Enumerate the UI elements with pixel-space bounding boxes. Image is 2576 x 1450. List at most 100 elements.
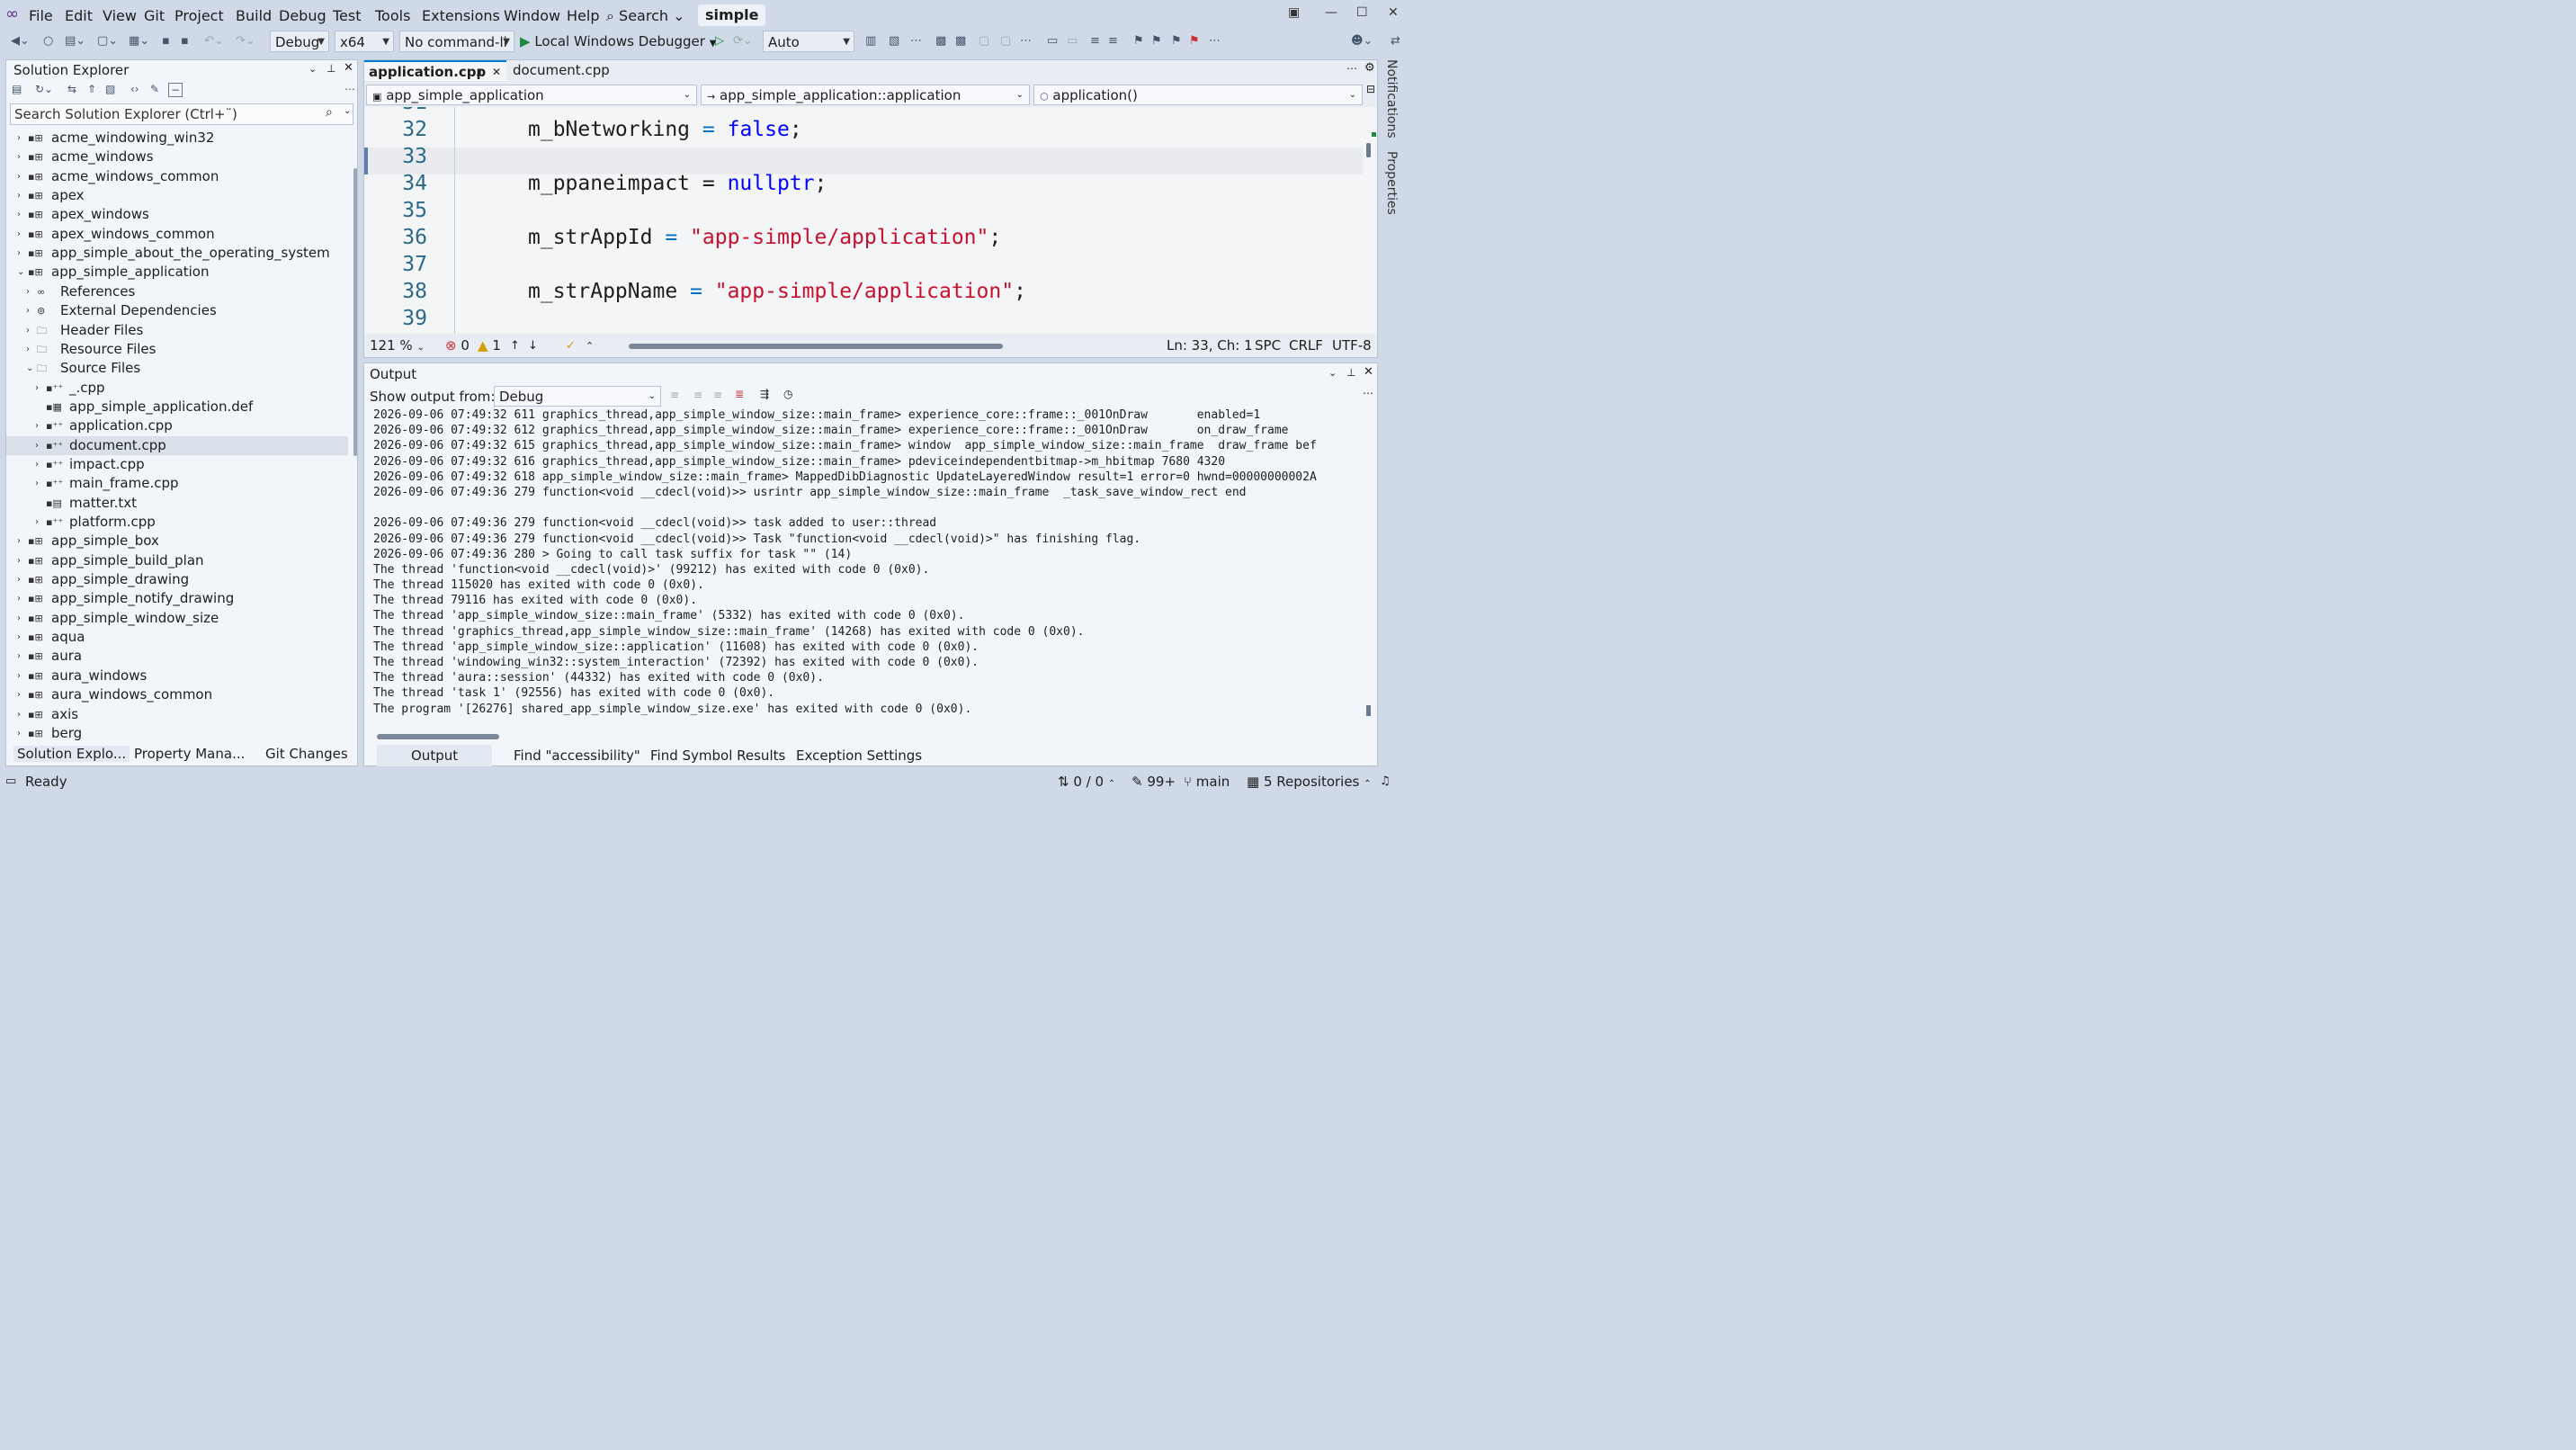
chevron-right-icon[interactable]: › [17,129,21,148]
tree-item[interactable]: › ▪⁺⁺ impact.cpp [6,455,348,474]
chevron-right-icon[interactable]: › [17,685,21,704]
tree-item[interactable]: ▪▤ matter.txt [6,494,348,513]
tree-item[interactable]: › ▪⊞ app_simple_build_plan [6,551,348,570]
rebuild-icon[interactable]: ▩ [955,34,966,48]
chevron-down-icon[interactable]: ⌄ [17,263,24,282]
next-issue-icon[interactable]: ↓ [528,335,538,357]
minimize-button[interactable]: — [1325,5,1337,20]
bottom-tab-0[interactable]: Solution Explo... [13,746,130,762]
code-cleanup-icon[interactable]: ✓ [566,335,576,357]
tree-item[interactable]: › ▪⊞ aqua [6,628,348,647]
tree-item[interactable]: › ∞ References [6,282,348,301]
close-icon[interactable]: ✕ [344,61,353,75]
indent-icon[interactable]: ≡ [1090,34,1100,48]
more-icon[interactable]: ⋯ [910,34,922,48]
mode-select[interactable]: Auto ▼ [763,31,854,52]
close-icon[interactable]: ✕ [1364,365,1373,379]
chevron-down-icon[interactable]: ⌄ [344,106,351,116]
output-source-select[interactable]: Debug ⌄ [494,386,661,407]
tree-item[interactable]: › ▪⊞ app_simple_drawing [6,570,348,589]
close-window-button[interactable]: ✕ [1388,5,1399,20]
menu-debug[interactable]: Debug [279,7,326,24]
chevron-right-icon[interactable]: › [17,589,21,608]
sync-with-document-icon[interactable]: ⇆ [67,83,76,95]
tree-item[interactable]: › ▪⁺⁺ application.cpp [6,416,348,435]
clear-bookmarks-icon[interactable]: ⚑ [1189,34,1200,48]
switch-views-icon[interactable]: ▤ [12,83,22,95]
tree-item[interactable]: › ▪⊞ app_simple_box [6,532,348,550]
chevron-down-icon[interactable]: ⌄ [26,359,33,378]
search-menu[interactable]: ⌕ Search ⌄ [606,7,685,25]
back-icon[interactable]: ◀⌄ [11,34,30,48]
menu-help[interactable]: Help [567,7,599,24]
chevron-right-icon[interactable]: › [35,455,39,474]
search-input[interactable]: Search Solution Explorer (Ctrl+¨) [14,106,237,122]
tree-item[interactable]: › ▪⊞ acme_windowing_win32 [6,129,348,148]
output-bottom-tab-0[interactable]: Output [377,745,493,766]
tree-item[interactable]: › ▪⊞ app_simple_about_the_operating_system [6,244,348,263]
redo-icon[interactable]: ↷⌄ [236,34,255,48]
whitespace-mode[interactable]: SPC [1255,335,1281,357]
chevron-right-icon[interactable]: › [35,513,39,532]
hot-reload-icon[interactable]: ⟳⌄ [733,34,753,48]
notification-bell-icon[interactable]: ♫ [1380,769,1391,794]
chevron-right-icon[interactable]: › [17,724,21,743]
save-all-icon[interactable]: ▪ [181,34,189,48]
settings-gear-icon[interactable]: ⚙ [1364,61,1375,75]
chevron-right-icon[interactable]: › [17,148,21,166]
properties-tab[interactable]: Properties [1384,151,1399,215]
new-project-icon[interactable]: ▤⌄ [65,34,85,48]
tree-item[interactable]: › ▪⊞ aura [6,647,348,666]
tree-item[interactable]: › ▪⊞ acme_windows [6,148,348,166]
chevron-right-icon[interactable]: › [17,244,21,263]
chevron-right-icon[interactable]: › [17,205,21,224]
command-args-select[interactable]: No command-li ▼ [399,31,514,52]
output-bottom-tab-3[interactable]: Exception Settings [796,745,922,766]
tree-scrollbar[interactable] [353,168,357,456]
zoom-select[interactable]: 121 % ⌄ [370,335,425,359]
tree-item[interactable]: ⌄ ▪⊞ app_simple_application [6,263,348,282]
menu-file[interactable]: File [29,7,53,24]
tree-item[interactable]: › ▪⊞ axis [6,705,348,724]
error-count[interactable]: ⊗ 0 [445,335,470,357]
bottom-tab-1[interactable]: Property Mana... [130,746,248,762]
pin-icon[interactable]: ⊥ [1346,366,1355,379]
configuration-select[interactable]: Debug ▼ [270,31,329,52]
chevron-right-icon[interactable]: › [17,609,21,628]
menu-edit[interactable]: Edit [65,7,93,24]
tree-item[interactable]: › ▪⊞ aura_windows_common [6,685,348,704]
outdent-icon[interactable]: ≡ [1108,34,1118,48]
properties-icon[interactable]: ✎ [150,83,159,95]
file-encoding[interactable]: UTF-8 [1332,335,1372,357]
chevron-right-icon[interactable]: › [17,225,21,244]
next-message-icon[interactable]: ≡ [713,389,722,401]
pin-icon[interactable]: ⊥ [476,62,485,83]
bottom-tab-2[interactable]: Git Changes [262,746,352,762]
warning-count[interactable]: ▲ 1 [478,335,501,357]
tree-item[interactable]: › ▪⊞ apex_windows_common [6,225,348,244]
class-nav-select[interactable]: → app_simple_application::application ⌄ [701,85,1030,105]
chevron-right-icon[interactable]: › [26,282,30,301]
project-nav-select[interactable]: ▣ app_simple_application ⌄ [366,85,697,105]
tree-item[interactable]: ▪▦ app_simple_application.def [6,398,348,416]
chevron-right-icon[interactable]: › [17,570,21,589]
pending-changes[interactable]: ✎ 99+ [1131,769,1176,794]
member-nav-select[interactable]: ⬡ application() ⌄ [1033,85,1363,105]
output-scrollbar[interactable] [1366,705,1371,716]
collapse-all-icon[interactable]: ⇑ [87,83,96,95]
prev-bookmark-icon[interactable]: ⚑ [1151,34,1162,48]
menu-view[interactable]: View [103,7,137,24]
code-area[interactable]: 31 32 33 34 35 36 37 38 39 m_bNetworking = false… [364,107,1377,334]
chevron-right-icon[interactable]: › [35,436,39,455]
repository-selector[interactable]: ▦ 5 Repositories ⌃ [1247,769,1372,797]
tree-item[interactable]: ⌄ 🗀 Source Files [6,359,348,378]
code-icon[interactable]: ‹› [130,83,139,95]
chevron-right-icon[interactable]: › [35,474,39,493]
more-icon[interactable]: ⋯ [1209,34,1221,48]
menu-extensions[interactable]: Extensions [422,7,500,24]
chevron-right-icon[interactable]: › [17,667,21,685]
open-file-icon[interactable]: ▢⌄ [97,34,118,48]
output-window-icon[interactable]: ▭ [5,769,16,794]
dropdown-icon[interactable]: ⌄ [1328,367,1337,379]
cursor-position[interactable]: Ln: 33, Ch: 1 [1167,335,1253,357]
